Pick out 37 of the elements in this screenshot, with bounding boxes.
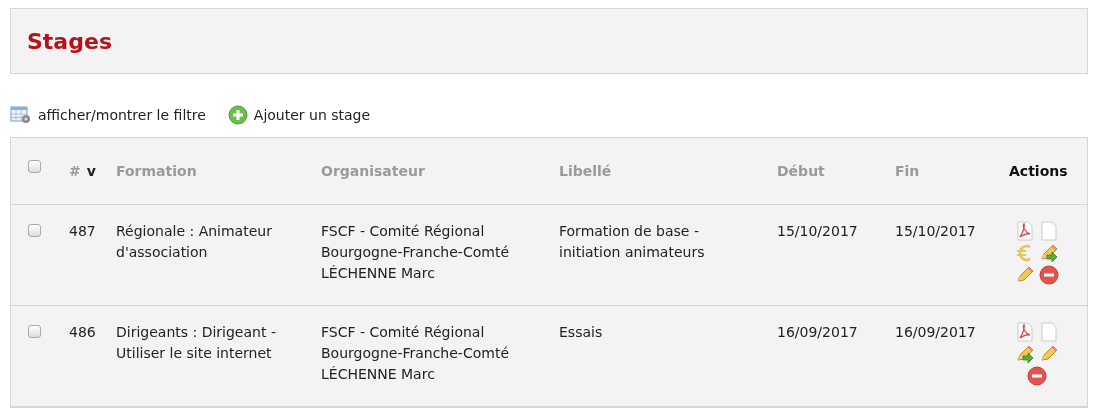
table-cell-text: FSCF - Comité Régional Bourgogne-Franche-Comté xyxy=(321,323,510,363)
pencil-icon[interactable] xyxy=(1039,344,1059,364)
checkbox[interactable] xyxy=(28,159,41,173)
pencil-arrow-icon[interactable] xyxy=(1039,243,1059,263)
table-cell: Dirigeants : Dirigeant - Utiliser le site internet xyxy=(116,324,276,361)
add-icon xyxy=(227,105,248,125)
column-header: Actions xyxy=(1008,161,1068,181)
table-cell-text: LÉCHENNE Marc xyxy=(321,365,435,384)
column-header[interactable]: Formation xyxy=(116,160,197,182)
page-title: Stages xyxy=(27,27,112,56)
table-cell: Régionale : Animateur d'association xyxy=(116,223,272,260)
delete-icon[interactable] xyxy=(1039,265,1059,285)
table-cell: 16/09/2017 xyxy=(777,324,858,340)
checkbox[interactable] xyxy=(28,224,41,237)
table-cell-text: LÉCHENNE Marc xyxy=(321,264,435,283)
column-header[interactable]: Organisateur xyxy=(321,160,425,182)
table-settings-icon xyxy=(10,105,32,125)
pdf-icon[interactable] xyxy=(1015,221,1035,241)
column-header[interactable]: Libellé xyxy=(559,160,612,182)
column-header[interactable]: Début xyxy=(777,160,825,182)
table-cell: 487 xyxy=(69,223,96,239)
table-cell: Formation de base - initiation animateurs xyxy=(559,223,705,260)
checkbox[interactable] xyxy=(28,325,41,338)
table-cell: 16/09/2017 xyxy=(895,324,976,340)
table-cell: 15/10/2017 xyxy=(895,223,976,239)
column-header[interactable]: # v xyxy=(69,160,96,182)
table-cell: 15/10/2017 xyxy=(777,223,858,239)
table-cell: 486 xyxy=(69,324,96,340)
pdf-icon[interactable] xyxy=(1015,322,1035,342)
pencil-icon[interactable] xyxy=(1015,265,1035,285)
delete-icon[interactable] xyxy=(1027,366,1047,386)
table-cell-text: FSCF - Comité Régional Bourgogne-Franche-Comté xyxy=(321,222,510,262)
pencil-arrow-icon[interactable] xyxy=(1015,344,1035,364)
add-link[interactable]: Ajouter un stage xyxy=(227,104,371,126)
column-header[interactable]: Fin xyxy=(895,160,920,182)
filter-toggle-link[interactable]: afficher/montrer le filtre xyxy=(10,104,206,126)
table-cell: Essais xyxy=(559,324,603,340)
